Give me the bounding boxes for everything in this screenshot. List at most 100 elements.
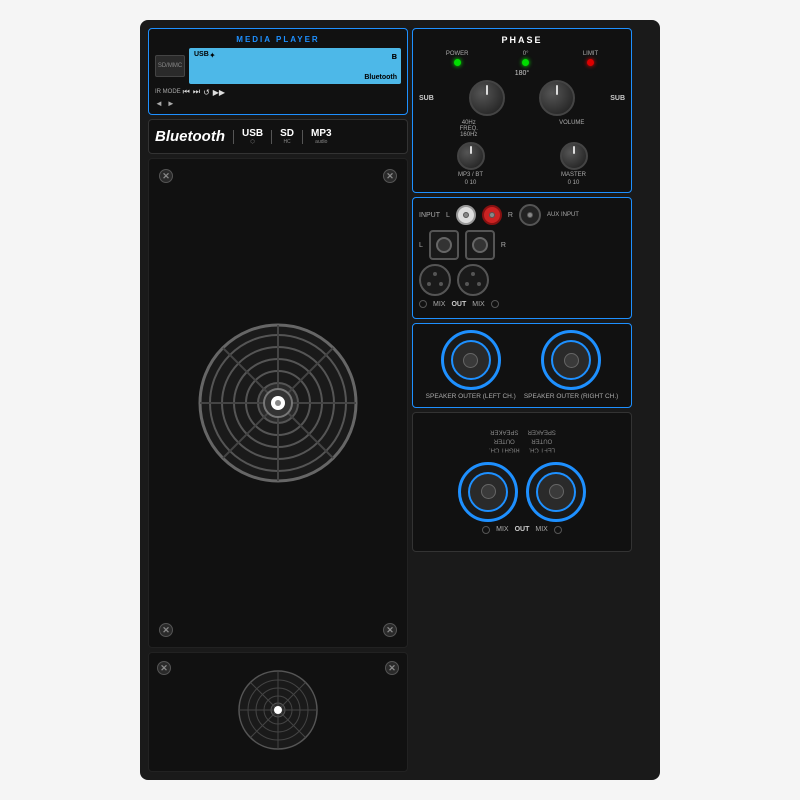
prev-button[interactable]: ⏮	[183, 87, 190, 97]
screw-bl-tl: ✕	[157, 661, 171, 675]
speaker-left-group: SPEAKER OUTER (LEFT CH.)	[426, 330, 516, 401]
rca-black-aux	[519, 204, 541, 226]
l-input-label: L	[446, 212, 450, 219]
bottom-speaker-connectors	[458, 462, 586, 522]
mp3-badge-sub: audio	[315, 139, 327, 145]
freq-160-label: 160Hz	[460, 132, 478, 138]
vol-down-icon[interactable]: ◄	[155, 99, 163, 108]
bottom-speaker-right	[526, 462, 586, 522]
bottom-speaker-labels: LEFT CH.OUTERSPEAKER RIGHT CH.OUTERSPEAK…	[489, 427, 556, 453]
xlr-left-pin2	[427, 282, 431, 286]
speaker-left-text: SPEAKER OUTER (LEFT CH.)	[426, 393, 516, 400]
freq-labels: 40Hz FREQ. 160Hz	[460, 120, 478, 138]
mp3bt-knob[interactable]	[457, 142, 485, 170]
master-label: MASTER	[561, 172, 586, 178]
phase-180-label: 180°	[419, 70, 625, 77]
phase-title: PHASE	[419, 35, 625, 45]
bottom-mix-circle-right	[554, 526, 562, 534]
screw-bl-tr: ✕	[385, 661, 399, 675]
speaker-right-center	[564, 353, 579, 368]
knob-labels-row: 40Hz FREQ. 160Hz VOLUME	[419, 120, 625, 138]
l-jack-label: L	[419, 242, 423, 249]
bottom-speaker-left-center	[481, 484, 496, 499]
vol-labels: VOLUME	[559, 120, 584, 138]
usb-badge-icon: USB	[242, 128, 263, 139]
transport-controls[interactable]: ⏮ ⏭ ↺ ▶▶	[183, 87, 225, 97]
bottom-right-speaker-text: RIGHT CH.OUTERSPEAKER	[489, 429, 520, 453]
jack-right	[465, 230, 495, 260]
usb-feature-badge: USB ⬡	[242, 128, 263, 145]
zero-degree-led	[522, 59, 529, 66]
sub-left-label: SUB	[419, 95, 434, 102]
fan-grille	[198, 323, 358, 483]
screw-top-right: ✕	[383, 169, 397, 183]
screw-bottom-left: ✕	[159, 623, 173, 637]
bottom-mix-circle-left	[482, 526, 490, 534]
usb-label: USB	[194, 51, 209, 58]
range-labels: 0 10 0 10	[419, 180, 625, 186]
jack-input-row: L R	[419, 230, 625, 260]
speaker-left-connector	[441, 330, 501, 390]
xlr-left-pin1	[433, 272, 437, 276]
mp3bt-label: MP3 / BT	[458, 172, 483, 178]
range-right: 0 10	[568, 180, 580, 186]
ir-mode-label: IR MODE	[155, 89, 181, 95]
limit-label: LIMIT	[583, 51, 598, 57]
device-container: MEDIA PLAYER SD/MMC USB ✦ ʙ Bluetooth	[0, 0, 800, 800]
vol-up-icon[interactable]: ►	[167, 99, 175, 108]
fast-forward-button[interactable]: ▶▶	[213, 88, 225, 97]
xlr-right	[457, 264, 489, 296]
fan-section: ✕ ✕ ✕ ✕	[148, 158, 408, 648]
divider1	[233, 130, 234, 144]
mp3-badge-icon: MP3	[311, 128, 332, 139]
aux-label: AUX INPUT	[547, 212, 579, 218]
media-display: USB ✦ ʙ Bluetooth	[189, 48, 401, 84]
sd-feature-badge: SD HC	[280, 128, 294, 145]
jack-left	[429, 230, 459, 260]
xlr-right-pin3	[477, 282, 481, 286]
speaker-right-group: SPEAKER OUTER (RIGHT CH.)	[524, 330, 619, 401]
out-label: OUT	[451, 301, 466, 308]
xlr-left	[419, 264, 451, 296]
xlr-left-pin3	[439, 282, 443, 286]
usb-badge-sub: ⬡	[250, 139, 254, 145]
mix-left-label: MIX	[433, 301, 445, 308]
repeat-button[interactable]: ↺	[203, 88, 210, 97]
master-knob[interactable]	[560, 142, 588, 170]
volume-knob[interactable]	[539, 80, 575, 116]
mix-right-label: MIX	[472, 301, 484, 308]
speaker-right-connector	[541, 330, 601, 390]
freq-knob-group	[469, 80, 505, 116]
bluetooth-feature-label: Bluetooth	[155, 128, 225, 145]
mp3-feature-badge: MP3 audio	[311, 128, 332, 145]
rca-red-right-inner	[489, 212, 495, 218]
bottom-left-speaker-text: LEFT CH.OUTERSPEAKER	[527, 429, 555, 453]
media-player-section: MEDIA PLAYER SD/MMC USB ✦ ʙ Bluetooth	[148, 28, 408, 115]
bottom-speaker-right-inner	[536, 472, 576, 512]
bottom-right-section: LEFT CH.OUTERSPEAKER RIGHT CH.OUTERSPEAK…	[412, 412, 632, 552]
volume-knob-group	[539, 80, 575, 116]
speaker-right-label: SPEAKER OUTER (RIGHT CH.)	[524, 393, 619, 401]
divider3	[302, 130, 303, 144]
media-controls-row: IR MODE ⏮ ⏭ ↺ ▶▶	[155, 87, 401, 97]
rca-white-left	[456, 205, 476, 225]
range-left: 0 10	[465, 180, 477, 186]
r-input-label: R	[508, 212, 513, 219]
next-button[interactable]: ⏭	[193, 87, 200, 97]
left-panel: MEDIA PLAYER SD/MMC USB ✦ ʙ Bluetooth	[148, 28, 408, 772]
sub-knobs-row: SUB SUB	[419, 80, 625, 116]
speaker-right-inner	[551, 340, 591, 380]
xlr-row	[419, 264, 625, 296]
speaker-right-text: SPEAKER OUTER (RIGHT CH.)	[524, 393, 619, 400]
bottom-left-speaker-label: LEFT CH.OUTERSPEAKER	[527, 427, 555, 453]
right-panel: PHASE POWER 0° LIMIT	[412, 28, 632, 772]
bottom-speaker-left-inner	[468, 472, 508, 512]
speaker-section: SPEAKER OUTER (LEFT CH.) SPEAKER OUTER (…	[412, 323, 632, 408]
master-knob-group: MASTER	[560, 142, 588, 178]
speaker-left-inner	[451, 340, 491, 380]
sd-badge-icon: SD	[280, 128, 294, 139]
mix-circle-left	[419, 300, 427, 308]
mix-out-row: MIX OUT MIX	[419, 300, 625, 308]
mini-fan-svg	[238, 670, 318, 750]
freq-knob[interactable]	[469, 80, 505, 116]
